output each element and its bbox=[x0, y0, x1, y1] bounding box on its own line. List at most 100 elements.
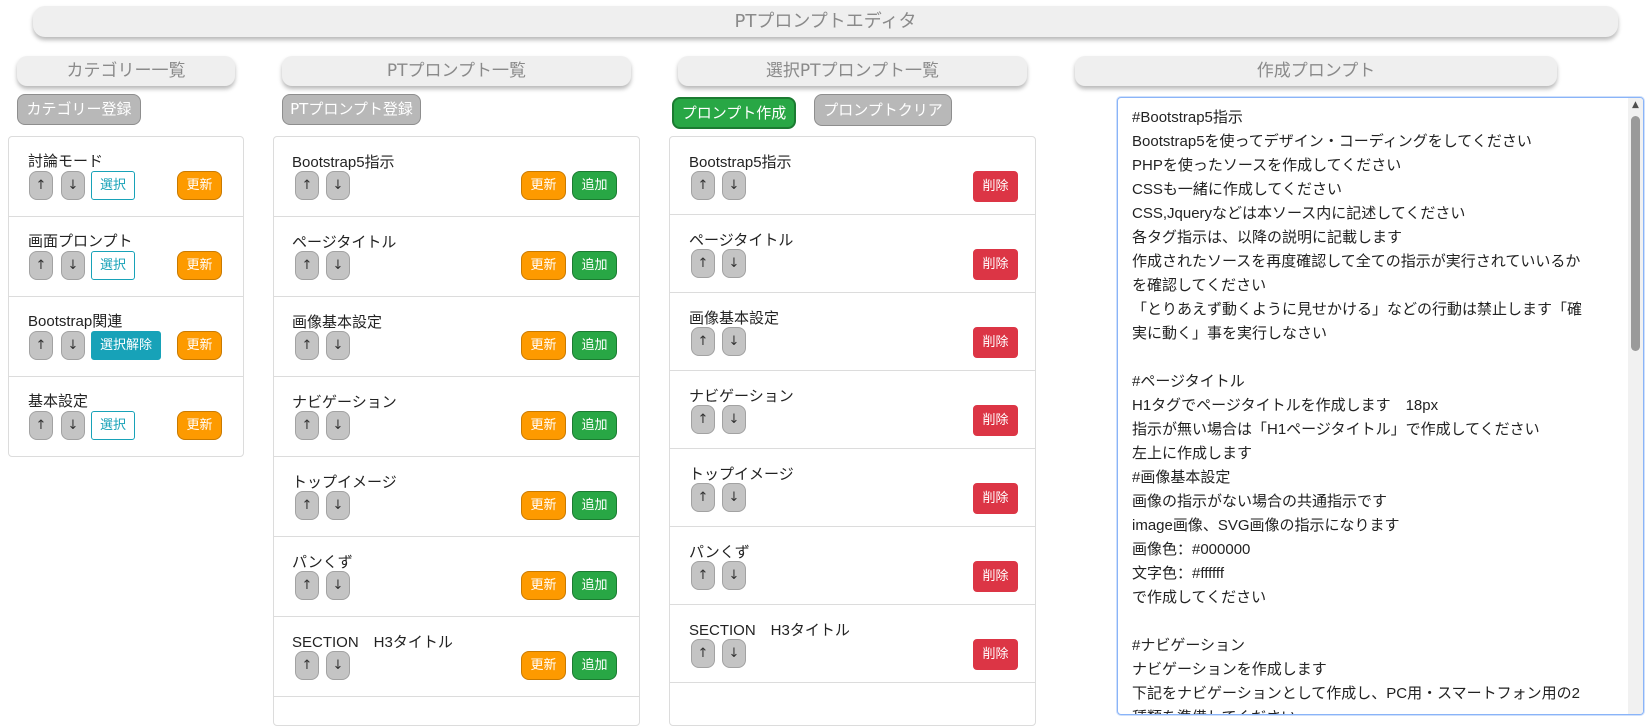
selected-prompt-label: Bootstrap5指示 bbox=[689, 154, 792, 171]
select-button[interactable]: 選択 bbox=[91, 171, 135, 200]
pt-prompt-row: ページタイトル ↑ ↓ 更新 追加 bbox=[274, 217, 639, 297]
update-button[interactable]: 更新 bbox=[177, 171, 222, 200]
move-up-button[interactable]: ↑ bbox=[29, 331, 53, 360]
pt-prompt-row: トップイメージ ↑ ↓ 更新 追加 bbox=[274, 457, 639, 537]
update-button[interactable]: 更新 bbox=[521, 571, 566, 600]
move-up-button[interactable]: ↑ bbox=[691, 483, 715, 512]
move-up-button[interactable]: ↑ bbox=[295, 651, 319, 680]
add-button[interactable]: 追加 bbox=[572, 571, 617, 600]
pt-prompt-label: ページタイトル bbox=[292, 234, 397, 251]
category-row: 討論モード ↑ ↓ 選択 更新 bbox=[9, 137, 243, 217]
selected-prompt-row: ナビゲーション ↑ ↓ 削除 bbox=[670, 371, 1035, 449]
add-button[interactable]: 追加 bbox=[572, 331, 617, 360]
category-label: 基本設定 bbox=[28, 393, 89, 410]
add-button[interactable]: 追加 bbox=[572, 251, 617, 280]
pt-prompt-label: トップイメージ bbox=[292, 474, 397, 491]
move-up-button[interactable]: ↑ bbox=[691, 327, 715, 356]
delete-button[interactable]: 削除 bbox=[973, 405, 1018, 436]
move-up-button[interactable]: ↑ bbox=[29, 411, 53, 440]
created-prompt-textarea[interactable]: #Bootstrap5指示 Bootstrap5を使ってデザイン・コーディングを… bbox=[1117, 97, 1644, 715]
update-button[interactable]: 更新 bbox=[521, 411, 566, 440]
selected-prompt-label: ナビゲーション bbox=[689, 388, 794, 405]
add-button[interactable]: 追加 bbox=[572, 171, 617, 200]
pt-prompt-row: SECTION H3タイトル ↑ ↓ 更新 追加 bbox=[274, 617, 639, 697]
delete-button[interactable]: 削除 bbox=[973, 561, 1018, 592]
move-down-button[interactable]: ↓ bbox=[722, 483, 746, 512]
move-down-button[interactable]: ↓ bbox=[722, 327, 746, 356]
selected-pt-prompt-list-header: 選択PTプロンプト一覧 bbox=[678, 56, 1027, 86]
pt-prompt-label: パンくず bbox=[292, 554, 353, 571]
delete-button[interactable]: 削除 bbox=[973, 249, 1018, 280]
move-up-button[interactable]: ↑ bbox=[295, 491, 319, 520]
move-up-button[interactable]: ↑ bbox=[295, 171, 319, 200]
update-button[interactable]: 更新 bbox=[521, 651, 566, 680]
move-down-button[interactable]: ↓ bbox=[326, 251, 350, 280]
move-up-button[interactable]: ↑ bbox=[29, 251, 53, 280]
clear-prompt-button[interactable]: プロンプトクリア bbox=[814, 94, 952, 126]
update-button[interactable]: 更新 bbox=[521, 491, 566, 520]
created-prompt-text[interactable]: #Bootstrap5指示 Bootstrap5を使ってデザイン・コーディングを… bbox=[1132, 106, 1627, 714]
move-up-button[interactable]: ↑ bbox=[295, 331, 319, 360]
move-up-button[interactable]: ↑ bbox=[691, 561, 715, 590]
delete-button[interactable]: 削除 bbox=[973, 171, 1018, 202]
move-down-button[interactable]: ↓ bbox=[61, 171, 85, 200]
update-button[interactable]: 更新 bbox=[177, 331, 222, 360]
add-button[interactable]: 追加 bbox=[572, 411, 617, 440]
move-up-button[interactable]: ↑ bbox=[29, 171, 53, 200]
move-up-button[interactable]: ↑ bbox=[295, 411, 319, 440]
scroll-thumb[interactable] bbox=[1631, 116, 1640, 351]
move-down-button[interactable]: ↓ bbox=[326, 571, 350, 600]
pt-prompt-row: 画像基本設定 ↑ ↓ 更新 追加 bbox=[274, 297, 639, 377]
pt-prompt-register-button[interactable]: PTプロンプト登録 bbox=[282, 94, 421, 125]
move-up-button[interactable]: ↑ bbox=[295, 571, 319, 600]
add-button[interactable]: 追加 bbox=[572, 651, 617, 680]
move-down-button[interactable]: ↓ bbox=[326, 331, 350, 360]
move-down-button[interactable]: ↓ bbox=[326, 491, 350, 520]
move-down-button[interactable]: ↓ bbox=[61, 331, 85, 360]
move-down-button[interactable]: ↓ bbox=[61, 411, 85, 440]
category-list-header: カテゴリー一覧 bbox=[17, 56, 235, 86]
update-button[interactable]: 更新 bbox=[177, 251, 222, 280]
update-button[interactable]: 更新 bbox=[521, 331, 566, 360]
move-down-button[interactable]: ↓ bbox=[326, 651, 350, 680]
select-button[interactable]: 選択 bbox=[91, 411, 135, 440]
move-up-button[interactable]: ↑ bbox=[691, 639, 715, 668]
category-register-button[interactable]: カテゴリー登録 bbox=[17, 94, 141, 125]
pt-prompt-label: Bootstrap5指示 bbox=[292, 154, 395, 171]
scroll-up-icon[interactable]: ▲ bbox=[1628, 98, 1643, 113]
move-down-button[interactable]: ↓ bbox=[61, 251, 85, 280]
move-down-button[interactable]: ↓ bbox=[722, 639, 746, 668]
deselect-button[interactable]: 選択解除 bbox=[91, 331, 161, 360]
move-down-button[interactable]: ↓ bbox=[722, 405, 746, 434]
update-button[interactable]: 更新 bbox=[177, 411, 222, 440]
move-down-button[interactable]: ↓ bbox=[722, 561, 746, 590]
move-down-button[interactable]: ↓ bbox=[326, 411, 350, 440]
category-label: 討論モード bbox=[28, 153, 104, 170]
textarea-scrollbar[interactable]: ▲ bbox=[1628, 98, 1643, 714]
selected-prompt-row: SECTION H3タイトル ↑ ↓ 削除 bbox=[670, 605, 1035, 683]
delete-button[interactable]: 削除 bbox=[973, 483, 1018, 514]
move-down-button[interactable]: ↓ bbox=[722, 249, 746, 278]
move-down-button[interactable]: ↓ bbox=[722, 171, 746, 200]
move-up-button[interactable]: ↑ bbox=[691, 405, 715, 434]
delete-button[interactable]: 削除 bbox=[973, 327, 1018, 358]
selected-pt-prompt-list: Bootstrap5指示 ↑ ↓ 削除 ページタイトル ↑ ↓ 削除 画像基本設定 ↑ ↓ 削除 ナビゲ… bbox=[669, 136, 1036, 726]
update-button[interactable]: 更新 bbox=[521, 171, 566, 200]
move-down-button[interactable]: ↓ bbox=[326, 171, 350, 200]
selected-prompt-label: ページタイトル bbox=[689, 232, 794, 249]
selected-prompt-label: パンくず bbox=[689, 544, 750, 561]
move-up-button[interactable]: ↑ bbox=[691, 171, 715, 200]
move-up-button[interactable]: ↑ bbox=[691, 249, 715, 278]
selected-prompt-label: トップイメージ bbox=[689, 466, 794, 483]
category-label: 画面プロンプト bbox=[28, 233, 133, 250]
pt-prompt-label: SECTION H3タイトル bbox=[292, 634, 453, 651]
created-prompt-header: 作成プロンプト bbox=[1075, 56, 1557, 86]
add-button[interactable]: 追加 bbox=[572, 491, 617, 520]
delete-button[interactable]: 削除 bbox=[973, 639, 1018, 670]
update-button[interactable]: 更新 bbox=[521, 251, 566, 280]
select-button[interactable]: 選択 bbox=[91, 251, 135, 280]
category-row: 画面プロンプト ↑ ↓ 選択 更新 bbox=[9, 217, 243, 297]
create-prompt-button[interactable]: プロンプト作成 bbox=[672, 97, 796, 129]
category-row: 基本設定 ↑ ↓ 選択 更新 bbox=[9, 377, 243, 456]
move-up-button[interactable]: ↑ bbox=[295, 251, 319, 280]
